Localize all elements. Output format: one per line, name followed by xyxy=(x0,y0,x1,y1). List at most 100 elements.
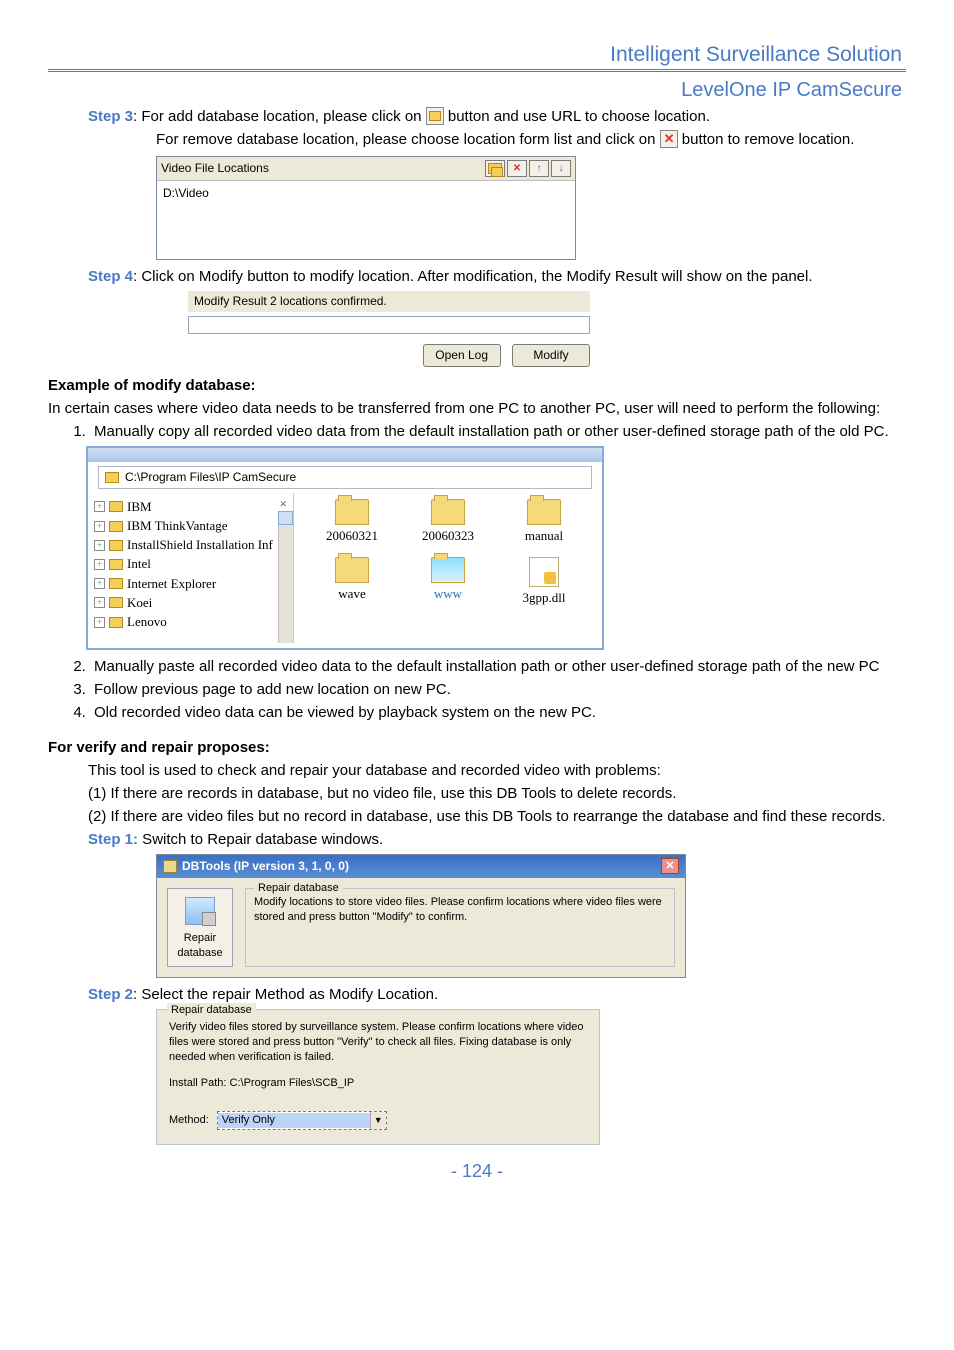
fieldset-legend: Repair database xyxy=(254,881,343,896)
tree-label[interactable]: IBM xyxy=(127,498,152,516)
folder-icon xyxy=(109,617,123,628)
step3-line1: Step 3: For add database location, pleas… xyxy=(88,106,906,127)
dbtools-title-text: DBTools (IP version 3, 1, 0, 0) xyxy=(182,858,349,875)
explorer-tree[interactable]: × +IBM +IBM ThinkVantage +InstallShield … xyxy=(88,493,294,643)
app-icon xyxy=(163,860,177,873)
page-number: - 124 - xyxy=(48,1159,906,1184)
expand-icon[interactable]: + xyxy=(94,578,105,589)
expand-icon[interactable]: + xyxy=(94,501,105,512)
vfl-list[interactable]: D:\Video xyxy=(157,181,575,259)
tree-label[interactable]: Internet Explorer xyxy=(127,575,216,593)
dll-file-icon xyxy=(529,557,559,587)
tree-scroll-up[interactable] xyxy=(278,511,293,525)
dbtools-window: DBTools (IP version 3, 1, 0, 0) ✕ Repair… xyxy=(156,854,686,978)
expand-icon[interactable]: + xyxy=(94,559,105,570)
open-log-button[interactable]: Open Log xyxy=(423,344,501,367)
header-title-1: Intelligent Surveillance Solution xyxy=(48,40,906,69)
expand-icon[interactable]: + xyxy=(94,597,105,608)
tree-label[interactable]: IBM ThinkVantage xyxy=(127,517,228,535)
step3-label: Step 3 xyxy=(88,108,133,125)
modify-result-progress xyxy=(188,316,590,334)
file-item[interactable]: 20060323 xyxy=(400,499,496,545)
dropdown-arrow-icon[interactable]: ▼ xyxy=(370,1112,386,1129)
method-label: Method: xyxy=(169,1113,209,1128)
tree-scrollbar[interactable] xyxy=(278,511,293,643)
step4-text: : Click on Modify button to modify locat… xyxy=(133,268,813,285)
expand-icon[interactable]: + xyxy=(94,540,105,551)
file-label: www xyxy=(400,585,496,603)
folder-icon xyxy=(335,499,369,525)
step4-label: Step 4 xyxy=(88,268,133,285)
add-location-button[interactable] xyxy=(485,160,505,177)
dbtools-titlebar: DBTools (IP version 3, 1, 0, 0) ✕ xyxy=(157,855,685,878)
folder-icon xyxy=(109,578,123,589)
explorer-window: C:\Program Files\IP CamSecure × +IBM +IB… xyxy=(86,446,604,650)
file-label: manual xyxy=(496,527,592,545)
tree-label[interactable]: InstallShield Installation Inf xyxy=(127,536,273,554)
verify-step1: Step 1: Switch to Repair database window… xyxy=(88,829,906,850)
file-label: 20060323 xyxy=(400,527,496,545)
verify-step2-label: Step 2 xyxy=(88,986,133,1003)
vfl-list-item[interactable]: D:\Video xyxy=(163,185,569,202)
folder-icon xyxy=(109,540,123,551)
example-intro: In certain cases where video data needs … xyxy=(48,398,906,419)
file-item[interactable]: 20060321 xyxy=(304,499,400,545)
vfl-header: Video File Locations ✕ ↑ ↓ xyxy=(157,157,575,181)
modify-result-text: Modify Result 2 locations confirmed. xyxy=(188,291,590,312)
move-up-button[interactable]: ↑ xyxy=(529,160,549,177)
tree-item: + IBM xyxy=(92,498,289,516)
explorer-address-bar[interactable]: C:\Program Files\IP CamSecure xyxy=(98,466,592,489)
repair-database-icon xyxy=(185,897,215,925)
list-item: Old recorded video data can be viewed by… xyxy=(90,702,906,723)
close-button[interactable]: ✕ xyxy=(661,858,679,874)
step4-para: Step 4: Click on Modify button to modify… xyxy=(88,266,906,287)
file-item[interactable]: manual xyxy=(496,499,592,545)
fieldset-text: Modify locations to store video files. P… xyxy=(254,895,666,925)
step3-text-c: For remove database location, please cho… xyxy=(156,131,660,148)
tree-item: + Koei xyxy=(92,594,289,612)
list-item: Manually copy all recorded video data fr… xyxy=(90,421,906,442)
modify-button[interactable]: Modify xyxy=(512,344,590,367)
method-select[interactable]: Verify Only ▼ xyxy=(217,1111,387,1130)
file-item[interactable]: wave xyxy=(304,557,400,607)
file-item[interactable]: www xyxy=(400,557,496,607)
explorer-titlebar xyxy=(88,448,602,462)
move-down-button[interactable]: ↓ xyxy=(551,160,571,177)
folder-icon xyxy=(109,501,123,512)
tree-item: + Intel xyxy=(92,555,289,573)
verify-step1-text: Switch to Repair database windows. xyxy=(138,831,383,848)
repair-database-tab[interactable]: Repair database xyxy=(167,888,233,967)
list-item: Manually paste all recorded video data t… xyxy=(90,656,906,677)
repair-database-fieldset: Repair database Modify locations to stor… xyxy=(245,888,675,967)
method-select-value: Verify Only xyxy=(218,1113,370,1128)
folder-icon xyxy=(335,557,369,583)
expand-icon[interactable]: + xyxy=(94,617,105,628)
verify-intro: This tool is used to check and repair yo… xyxy=(88,760,906,781)
expand-icon[interactable]: + xyxy=(94,521,105,532)
example-list: Manually copy all recorded video data fr… xyxy=(72,421,906,442)
tree-item: + InstallShield Installation Inf xyxy=(92,536,289,554)
folder-open-icon xyxy=(426,107,444,125)
verify-heading: For verify and repair proposes: xyxy=(48,737,906,758)
verify-step1-label: Step 1: xyxy=(88,831,138,848)
explorer-address-text: C:\Program Files\IP CamSecure xyxy=(125,469,296,486)
file-item[interactable]: 3gpp.dll xyxy=(496,557,592,607)
repair-database-panel: Repair database Verify video files store… xyxy=(156,1009,600,1146)
tree-item: + IBM ThinkVantage xyxy=(92,517,289,535)
repair2-text: Verify video files stored by surveillanc… xyxy=(169,1020,587,1066)
modify-result-panel: Modify Result 2 locations confirmed. Ope… xyxy=(188,291,590,367)
file-label: 20060321 xyxy=(304,527,400,545)
list-item: Follow previous page to add new location… xyxy=(90,679,906,700)
repair2-legend: Repair database xyxy=(167,1003,256,1018)
folder-icon xyxy=(105,472,119,483)
tree-label[interactable]: Intel xyxy=(127,555,151,573)
repair-label-2: database xyxy=(170,946,230,961)
folder-icon xyxy=(109,559,123,570)
install-path-text: Install Path: C:\Program Files\SCB_IP xyxy=(169,1076,587,1091)
step3-text-d: button to remove location. xyxy=(682,131,855,148)
folder-icon xyxy=(431,499,465,525)
remove-location-button[interactable]: ✕ xyxy=(507,160,527,177)
explorer-file-pane[interactable]: 20060321 20060323 manual wave www 3gpp.d… xyxy=(294,493,602,643)
tree-label[interactable]: Koei xyxy=(127,594,152,612)
tree-label[interactable]: Lenovo xyxy=(127,613,167,631)
